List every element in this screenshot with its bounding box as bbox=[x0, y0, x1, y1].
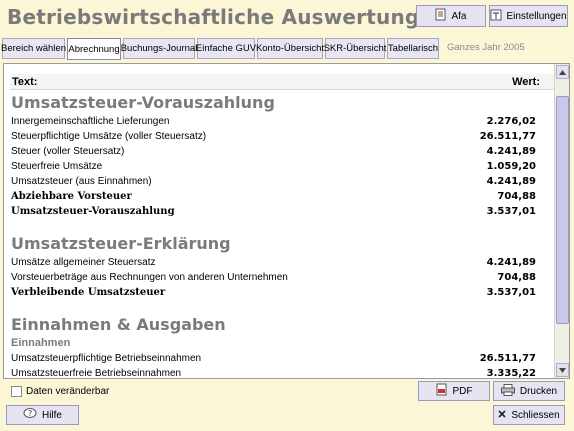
column-text-header: Text: bbox=[12, 76, 38, 88]
row-value: 4.241,89 bbox=[486, 146, 536, 157]
settings-icon bbox=[490, 9, 502, 24]
section-subtitle: Einnahmen bbox=[11, 337, 71, 349]
report-content: Text: Wert: Umsatzsteuer-Vorauszahlung I… bbox=[10, 74, 554, 379]
pdf-button[interactable]: PDF bbox=[418, 381, 490, 401]
footer-bar: Daten veränderbar PDF Drucken bbox=[0, 381, 574, 401]
row-value: 26.511,77 bbox=[479, 131, 536, 142]
row-label: Abziehbare Vorsteuer bbox=[11, 191, 132, 202]
row-label: Umsätze allgemeiner Steuersatz bbox=[11, 257, 156, 268]
report-row: Umsatzsteuerfreie Betriebseinnahmen 3.335… bbox=[10, 366, 554, 379]
tab-skr-uebersicht[interactable]: SKR-Übersicht bbox=[323, 38, 387, 59]
afa-label: Afa bbox=[451, 10, 467, 22]
tab-bereich-waehlen[interactable]: Bereich wählen bbox=[1, 38, 66, 59]
chevron-down-icon bbox=[559, 367, 566, 373]
data-editable-label: Daten veränderbar bbox=[26, 386, 110, 397]
row-value: 1.059,20 bbox=[486, 161, 536, 172]
tab-label: Einfache GUV bbox=[195, 43, 257, 54]
row-value: 3.537,01 bbox=[486, 287, 536, 298]
tab-buchungs-journal[interactable]: Buchungs-Journal bbox=[120, 38, 198, 59]
svg-text:?: ? bbox=[28, 409, 32, 418]
scroll-thumb[interactable] bbox=[556, 96, 569, 324]
settings-label: Einstellungen bbox=[506, 10, 567, 22]
help-icon: ? bbox=[23, 407, 37, 423]
row-label: Umsatzsteuerpflichtige Betriebseinnahmen bbox=[11, 353, 202, 364]
scroll-up-button[interactable] bbox=[556, 65, 569, 79]
document-icon bbox=[435, 8, 447, 24]
tab-label: Abrechnung bbox=[68, 43, 120, 55]
section-title: Einnahmen & Ausgaben bbox=[11, 315, 226, 334]
row-label: Umsatzsteuerfreie Betriebseinnahmen bbox=[11, 368, 182, 379]
tab-abrechnung[interactable]: Abrechnung bbox=[67, 38, 121, 60]
row-label: Innergemeinschaftliche Lieferungen bbox=[11, 116, 170, 127]
close-label: Schliessen bbox=[511, 409, 560, 421]
row-label: Verbleibende Umsatzsteuer bbox=[11, 287, 166, 298]
column-header: Text: Wert: bbox=[10, 74, 554, 90]
section-title: Umsatzsteuer-Vorauszahlung bbox=[11, 93, 275, 112]
tab-label: Konto-Übersicht bbox=[255, 43, 325, 54]
report-panel: Text: Wert: Umsatzsteuer-Vorauszahlung I… bbox=[3, 63, 570, 379]
tab-konto-uebersicht[interactable]: Konto-Übersicht bbox=[255, 38, 325, 59]
app-title: Betriebswirtschaftliche Auswertung bbox=[7, 5, 420, 29]
chevron-up-icon bbox=[559, 69, 566, 75]
data-editable-checkbox[interactable] bbox=[11, 386, 22, 397]
row-value: 3.537,01 bbox=[486, 206, 536, 217]
tab-label: Bereich wählen bbox=[1, 43, 66, 54]
help-button[interactable]: ? Hilfe bbox=[6, 405, 79, 425]
title-bar: Betriebswirtschaftliche Auswertung Afa E… bbox=[0, 0, 574, 36]
report-row: Verbleibende Umsatzsteuer 3.537,01 bbox=[10, 285, 554, 300]
report-row: Umsatzsteuer-Vorauszahlung 3.537,01 bbox=[10, 204, 554, 219]
row-value: 704,88 bbox=[497, 272, 536, 283]
tab-label: Tabellarisch bbox=[387, 43, 439, 54]
report-row: Steuerfreie Umsätze 1.059,20 bbox=[10, 159, 554, 174]
row-value: 4.241,89 bbox=[486, 257, 536, 268]
vertical-scrollbar[interactable] bbox=[554, 64, 569, 378]
period-label: Ganzes Jahr 2005 bbox=[447, 42, 525, 53]
tab-bar: Bereich wählen Abrechnung Buchungs-Journ… bbox=[0, 38, 574, 60]
print-label: Drucken bbox=[519, 385, 558, 397]
pdf-icon bbox=[436, 383, 448, 399]
report-row: Steuerpflichtige Umsätze (voller Steuers… bbox=[10, 129, 554, 144]
help-label: Hilfe bbox=[41, 409, 62, 421]
close-icon bbox=[498, 409, 506, 421]
row-label: Umsatzsteuer (aus Einnahmen) bbox=[11, 176, 152, 187]
print-button[interactable]: Drucken bbox=[493, 381, 565, 401]
row-label: Vorsteuerbeträge aus Rechnungen von ande… bbox=[11, 272, 288, 283]
report-row: Umsatzsteuer (aus Einnahmen) 4.241,89 bbox=[10, 174, 554, 189]
row-value: 3.335,22 bbox=[486, 368, 536, 379]
row-value: 704,88 bbox=[497, 191, 536, 202]
scroll-down-button[interactable] bbox=[556, 363, 569, 377]
tab-einfache-guv[interactable]: Einfache GUV bbox=[195, 38, 257, 59]
tab-label: SKR-Übersicht bbox=[323, 43, 387, 54]
tab-tabellarisch[interactable]: Tabellarisch bbox=[387, 38, 439, 59]
row-label: Umsatzsteuer-Vorauszahlung bbox=[11, 206, 175, 217]
column-value-header: Wert: bbox=[512, 76, 540, 88]
row-value: 2.276,02 bbox=[486, 116, 536, 127]
report-row: Umsatzsteuerpflichtige Betriebseinnahmen… bbox=[10, 351, 554, 366]
row-value: 26.511,77 bbox=[479, 353, 536, 364]
pdf-label: PDF bbox=[452, 385, 473, 397]
printer-icon bbox=[500, 383, 515, 399]
section-title: Umsatzsteuer-Erklärung bbox=[11, 234, 231, 253]
row-label: Steuer (voller Steuersatz) bbox=[11, 146, 125, 157]
report-row: Umsätze allgemeiner Steuersatz 4.241,89 bbox=[10, 255, 554, 270]
settings-button[interactable]: Einstellungen bbox=[489, 5, 568, 27]
report-row: Innergemeinschaftliche Lieferungen 2.276,… bbox=[10, 114, 554, 129]
tab-label: Buchungs-Journal bbox=[120, 43, 198, 54]
close-button[interactable]: Schliessen bbox=[493, 405, 565, 425]
report-row: Vorsteuerbeträge aus Rechnungen von ande… bbox=[10, 270, 554, 285]
row-value: 4.241,89 bbox=[486, 176, 536, 187]
report-row: Abziehbare Vorsteuer 704,88 bbox=[10, 189, 554, 204]
row-label: Steuerpflichtige Umsätze (voller Steuers… bbox=[11, 131, 207, 142]
row-label: Steuerfreie Umsätze bbox=[11, 161, 103, 172]
afa-button[interactable]: Afa bbox=[416, 5, 486, 27]
report-row: Steuer (voller Steuersatz) 4.241,89 bbox=[10, 144, 554, 159]
